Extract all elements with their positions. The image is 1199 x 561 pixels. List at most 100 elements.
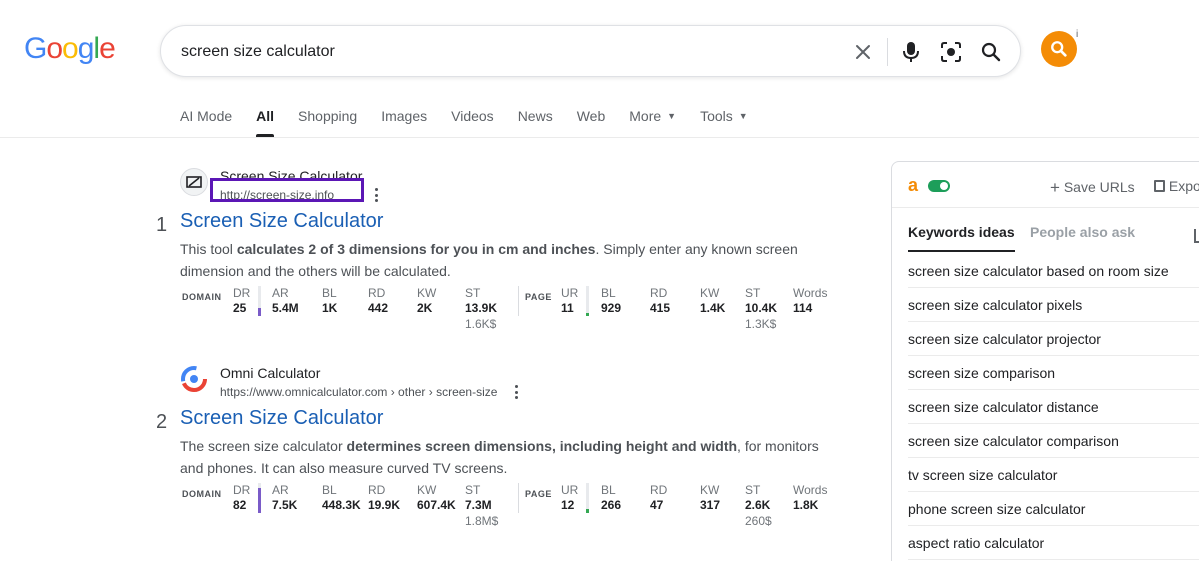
metric-key: KW	[700, 483, 720, 497]
domain-metric-st[interactable]: ST 7.3M 1.8M$	[465, 483, 498, 529]
panel-divider	[892, 207, 1199, 208]
metric-value: 1.4K	[700, 301, 726, 315]
tab-news[interactable]: News	[518, 107, 553, 137]
page-metric-bl[interactable]: BL 266	[601, 483, 621, 513]
keyword-item[interactable]: tv screen size calculator	[908, 458, 1199, 492]
clear-icon[interactable]	[849, 38, 877, 66]
page-metric-ur[interactable]: UR 11	[561, 286, 578, 316]
keyword-item[interactable]: screen size calculator comparison	[908, 424, 1199, 458]
search-icon	[1051, 41, 1067, 57]
tab-images[interactable]: Images	[381, 107, 427, 137]
page-metric-st[interactable]: ST 2.6K 260$	[745, 483, 772, 529]
page-metric-ur[interactable]: UR 12	[561, 483, 578, 513]
keyword-item[interactable]: phone screen size calculator	[908, 492, 1199, 526]
keyword-item[interactable]: screen size calculator distance	[908, 390, 1199, 424]
page-metric-kw[interactable]: KW 317	[700, 483, 720, 513]
domain-metric-dr[interactable]: DR 82	[233, 483, 250, 513]
search-result: Screen Size Calculator http://screen-size…	[155, 168, 845, 343]
metric-key: UR	[561, 286, 579, 300]
keyword-list: screen size calculator based on room siz…	[892, 254, 1199, 560]
metric-value: 415	[650, 301, 671, 315]
microphone-icon[interactable]	[897, 38, 925, 66]
metric-value: 1K	[322, 301, 338, 315]
search-box[interactable]	[160, 25, 1021, 77]
metric-value: 929	[601, 301, 622, 315]
metric-key: Words	[793, 483, 828, 497]
metric-key: RD	[650, 483, 668, 497]
page-label: PAGE	[525, 292, 552, 302]
site-url[interactable]: https://www.omnicalculator.com › other ›…	[220, 385, 497, 399]
metric-value: 19.9K	[368, 498, 401, 512]
corner-icon	[1194, 229, 1199, 243]
search-tabs: AI Mode All Shopping Images Videos News Web Mor…	[180, 107, 772, 137]
domain-metric-bl[interactable]: BL 1K	[322, 286, 337, 316]
domain-metric-rd[interactable]: RD 19.9K	[368, 483, 400, 513]
page-metric-kw[interactable]: KW 1.4K	[700, 286, 725, 316]
result-title-link[interactable]: Screen Size Calculator	[180, 407, 383, 430]
tab-web[interactable]: Web	[577, 107, 606, 137]
page-metric-st[interactable]: ST 10.4K 1.3K$	[745, 286, 777, 332]
tab-all[interactable]: All	[256, 107, 274, 137]
metric-value: 82	[233, 498, 247, 512]
metric-value: 448.3K	[322, 498, 361, 512]
domain-metric-ar[interactable]: AR 5.4M	[272, 286, 299, 316]
tabs-divider	[0, 137, 1199, 138]
lens-camera-icon[interactable]	[937, 38, 965, 66]
logo-letter: G	[24, 32, 47, 65]
page-metric-words[interactable]: Words 1.8K	[793, 483, 827, 513]
google-logo[interactable]: Google	[24, 32, 116, 66]
snippet-text: This tool	[180, 241, 237, 257]
logo-letter: g	[77, 32, 95, 65]
metric-key: ST	[745, 483, 761, 497]
tab-ai-mode[interactable]: AI Mode	[180, 107, 232, 137]
metric-value: 12	[561, 498, 575, 512]
site-name[interactable]: Omni Calculator	[220, 365, 320, 381]
export-button[interactable]: Expo	[1154, 178, 1199, 194]
extension-toggle[interactable]	[928, 180, 950, 192]
domain-metric-st[interactable]: ST 13.9K 1.6K$	[465, 286, 497, 332]
domain-metric-kw[interactable]: KW 2K	[417, 286, 436, 316]
metric-key: RD	[650, 286, 668, 300]
tab-videos[interactable]: Videos	[451, 107, 494, 137]
search-icon[interactable]	[977, 38, 1005, 66]
keyword-item[interactable]: screen size calculator pixels	[908, 288, 1199, 322]
more-options-icon[interactable]	[513, 383, 519, 401]
page-metric-rd[interactable]: RD 47	[650, 483, 667, 513]
site-favicon-icon[interactable]	[180, 168, 208, 196]
domain-metric-kw[interactable]: KW 607.4K	[417, 483, 456, 513]
domain-metric-dr[interactable]: DR 25	[233, 286, 250, 316]
page-metric-words[interactable]: Words 114	[793, 286, 827, 316]
snippet-bold: calculates 2 of 3 dimensions for you in …	[236, 241, 596, 257]
metric-value: 7.5K	[272, 498, 298, 512]
page-metric-bl[interactable]: BL 929	[601, 286, 621, 316]
page-metric-rd[interactable]: RD 415	[650, 286, 670, 316]
keyword-item[interactable]: screen size calculator based on room siz…	[908, 254, 1199, 288]
metric-sub: 1.3K$	[745, 317, 777, 331]
domain-metric-bl[interactable]: BL 448.3K	[322, 483, 361, 513]
tab-tools[interactable]: Tools ▼	[700, 107, 748, 137]
keyword-item[interactable]: screen size comparison	[908, 356, 1199, 390]
domain-metric-ar[interactable]: AR 7.5K	[272, 483, 297, 513]
metric-key: UR	[561, 483, 579, 497]
avatar[interactable]	[1041, 31, 1077, 67]
search-input[interactable]	[181, 40, 821, 64]
tab-shopping[interactable]: Shopping	[298, 107, 357, 137]
metric-value: 10.4K	[745, 301, 778, 315]
dr-gauge	[258, 483, 261, 513]
save-urls-button[interactable]: + Save URLs	[1050, 178, 1135, 198]
metric-key: AR	[272, 483, 289, 497]
domain-metric-rd[interactable]: RD 442	[368, 286, 388, 316]
result-rank: 1	[156, 214, 168, 236]
tab-more[interactable]: More ▼	[629, 107, 676, 137]
metric-value: 1.8K	[793, 498, 819, 512]
more-options-icon[interactable]	[373, 186, 379, 204]
keyword-item[interactable]: aspect ratio calculator	[908, 526, 1199, 560]
seo-metrics: DOMAIN DR 82 AR 7.5K BL 448.3K RD 19.9K KW 607.4K S…	[182, 483, 842, 533]
omni-favicon-icon[interactable]	[180, 365, 208, 393]
result-title-link[interactable]: Screen Size Calculator	[180, 210, 383, 233]
metric-value: 442	[368, 301, 389, 315]
metric-key: AR	[272, 286, 289, 300]
tab-keywords-ideas[interactable]: Keywords ideas	[908, 224, 1015, 252]
keyword-item[interactable]: screen size calculator projector	[908, 322, 1199, 356]
tab-people-also-ask[interactable]: People also ask	[1030, 224, 1135, 240]
